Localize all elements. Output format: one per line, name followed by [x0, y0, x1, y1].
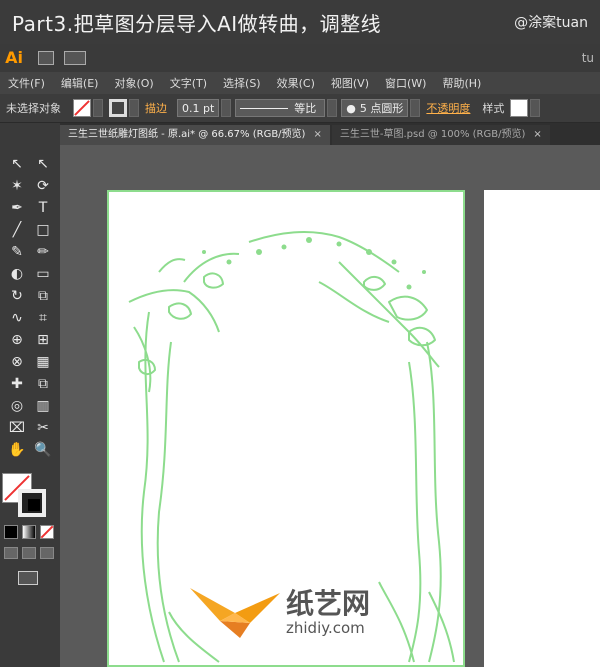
menu-help[interactable]: 帮助(H)	[434, 75, 489, 91]
graphic-style-swatch[interactable]	[510, 99, 529, 117]
color-mode-buttons	[4, 525, 54, 539]
opacity-label[interactable]: 不透明度	[420, 100, 476, 116]
menu-type[interactable]: 文字(T)	[162, 75, 215, 91]
screen-mode-icon[interactable]	[18, 571, 38, 585]
stroke-weight-value: 0.1 pt	[182, 101, 215, 115]
selection-tool-icon[interactable]: ↖	[4, 153, 30, 175]
line-style-value: 等比	[294, 102, 317, 115]
stroke-weight-dropdown[interactable]	[221, 99, 232, 117]
tools-panel: ↖ ↖ ✶ ⟳ ✒ T ╱ □ ✎ ✏ ◐ ▭ ↻ ⧉ ∿ ⌗ ⊕ ⊞ ⊗ ▦ ✚ ⧉ ◎ ▥ ⌧ ✂ ✋ 🔍	[0, 123, 61, 667]
watermark-title: 纸艺网	[286, 587, 371, 620]
direct-selection-tool-icon[interactable]: ↖	[30, 153, 56, 175]
type-tool-icon[interactable]: T	[30, 197, 56, 219]
gradient-tool-icon[interactable]: ▦	[30, 351, 56, 373]
tab-psd-document[interactable]: 三生三世-草图.psd @ 100% (RGB/预览) ×	[331, 125, 550, 145]
brush-dropdown[interactable]	[410, 99, 421, 117]
menu-effect[interactable]: 效果(C)	[269, 75, 323, 91]
menu-select[interactable]: 选择(S)	[215, 75, 269, 91]
tab-ai-document[interactable]: 三生三世纸雕灯图纸 - 原.ai* @ 66.67% (RGB/预览) ×	[60, 125, 330, 145]
warp-tool-icon[interactable]: ∿	[4, 307, 30, 329]
app-logo: Ai	[5, 48, 23, 67]
bridge-icon[interactable]	[38, 51, 54, 65]
menu-bar: 文件(F) 编辑(E) 对象(O) 文字(T) 选择(S) 效果(C) 视图(V…	[0, 72, 600, 94]
tutorial-banner: Part3.把草图分层导入AI做转曲，调整线 @涂案tuan	[0, 0, 600, 44]
menu-view[interactable]: 视图(V)	[323, 75, 377, 91]
secondary-artboard[interactable]	[484, 190, 600, 667]
pen-tool-icon[interactable]: ✒	[4, 197, 30, 219]
blend-tool-icon[interactable]: ⧉	[30, 373, 56, 395]
variable-width-profile[interactable]: 等比	[235, 99, 326, 117]
hand-tool-icon[interactable]: ✋	[4, 439, 30, 461]
magic-wand-icon[interactable]: ✶	[4, 175, 30, 197]
stroke-label[interactable]: 描边	[139, 100, 173, 116]
rotate-tool-icon[interactable]: ↻	[4, 285, 30, 307]
perspective-grid-icon[interactable]: ⊞	[30, 329, 56, 351]
line-tool-icon[interactable]: ╱	[4, 219, 30, 241]
workspace-label[interactable]: tu	[582, 51, 600, 65]
mesh-tool-icon[interactable]: ⊗	[4, 351, 30, 373]
draw-behind-icon[interactable]	[22, 547, 36, 559]
stroke-swatch[interactable]	[109, 99, 127, 117]
graph-tool-icon[interactable]: ▥	[30, 395, 56, 417]
menu-window[interactable]: 窗口(W)	[377, 75, 434, 91]
banner-author: @涂案tuan	[514, 15, 588, 31]
symbol-sprayer-icon[interactable]: ◎	[4, 395, 30, 417]
banner-title: Part3.把草图分层导入AI做转曲，调整线	[12, 11, 382, 36]
tab-label: 三生三世纸雕灯图纸 - 原.ai* @ 66.67% (RGB/预览)	[68, 129, 306, 140]
free-transform-icon[interactable]: ⌗	[30, 307, 56, 329]
profile-dropdown[interactable]	[327, 99, 338, 117]
scale-tool-icon[interactable]: ⧉	[30, 285, 56, 307]
document-tabs: 三生三世纸雕灯图纸 - 原.ai* @ 66.67% (RGB/预览) × 三生…	[60, 123, 600, 145]
site-watermark: 纸艺网 zhidiy.com	[190, 583, 370, 643]
style-label: 样式	[482, 102, 505, 115]
fill-swatch[interactable]	[73, 99, 91, 117]
selection-status: 未选择对象	[6, 102, 61, 115]
artboard-tool-icon[interactable]: ⌧	[4, 417, 30, 439]
app-bar: Ai tu	[0, 44, 600, 73]
none-button[interactable]	[40, 525, 54, 539]
close-icon[interactable]: ×	[533, 125, 541, 145]
menu-object[interactable]: 对象(O)	[106, 75, 161, 91]
brush-definition[interactable]: ● 5 点圆形	[341, 99, 409, 117]
menu-file[interactable]: 文件(F)	[0, 75, 53, 91]
arrange-documents-icon[interactable]	[64, 51, 86, 65]
lasso-icon[interactable]: ⟳	[30, 175, 56, 197]
draw-normal-icon[interactable]	[4, 547, 18, 559]
fill-dropdown[interactable]	[93, 99, 103, 117]
gradient-button[interactable]	[22, 525, 36, 539]
pencil-icon[interactable]: ✏	[30, 241, 56, 263]
stroke-dropdown[interactable]	[129, 99, 139, 117]
slice-tool-icon[interactable]: ✂	[30, 417, 56, 439]
draw-inside-icon[interactable]	[40, 547, 54, 559]
tool-grid: ↖ ↖ ✶ ⟳ ✒ T ╱ □ ✎ ✏ ◐ ▭ ↻ ⧉ ∿ ⌗ ⊕ ⊞ ⊗ ▦ ✚ ⧉ ◎ ▥ ⌧ ✂ ✋ 🔍	[4, 153, 56, 461]
eraser-icon[interactable]: ▭	[30, 263, 56, 285]
color-button[interactable]	[4, 525, 18, 539]
stroke-weight-field[interactable]: 0.1 pt	[177, 99, 220, 117]
menu-edit[interactable]: 编辑(E)	[53, 75, 107, 91]
shape-builder-icon[interactable]: ⊕	[4, 329, 30, 351]
close-icon[interactable]: ×	[313, 125, 321, 145]
watermark-url: zhidiy.com	[286, 619, 365, 637]
zoom-tool-icon[interactable]: 🔍	[30, 439, 56, 461]
line-sample-icon	[240, 107, 289, 109]
brush-dot-icon: ●	[346, 101, 356, 115]
eyedropper-icon[interactable]: ✚	[4, 373, 30, 395]
control-bar: 未选择对象 描边 0.1 pt 等比 ● 5 点圆形 不透明度 样式	[0, 94, 600, 123]
blob-brush-icon[interactable]: ◐	[4, 263, 30, 285]
draw-mode-buttons	[4, 547, 54, 559]
rectangle-tool-icon[interactable]: □	[30, 219, 56, 241]
paintbrush-icon[interactable]: ✎	[4, 241, 30, 263]
paper-crane-logo	[190, 588, 280, 638]
brush-value: 5 点圆形	[359, 102, 404, 115]
stroke-color-box[interactable]	[18, 489, 46, 517]
tab-label: 三生三世-草图.psd @ 100% (RGB/预览)	[339, 129, 526, 140]
fill-stroke-widget[interactable]	[2, 473, 58, 519]
graphic-style-dropdown[interactable]	[530, 99, 541, 117]
